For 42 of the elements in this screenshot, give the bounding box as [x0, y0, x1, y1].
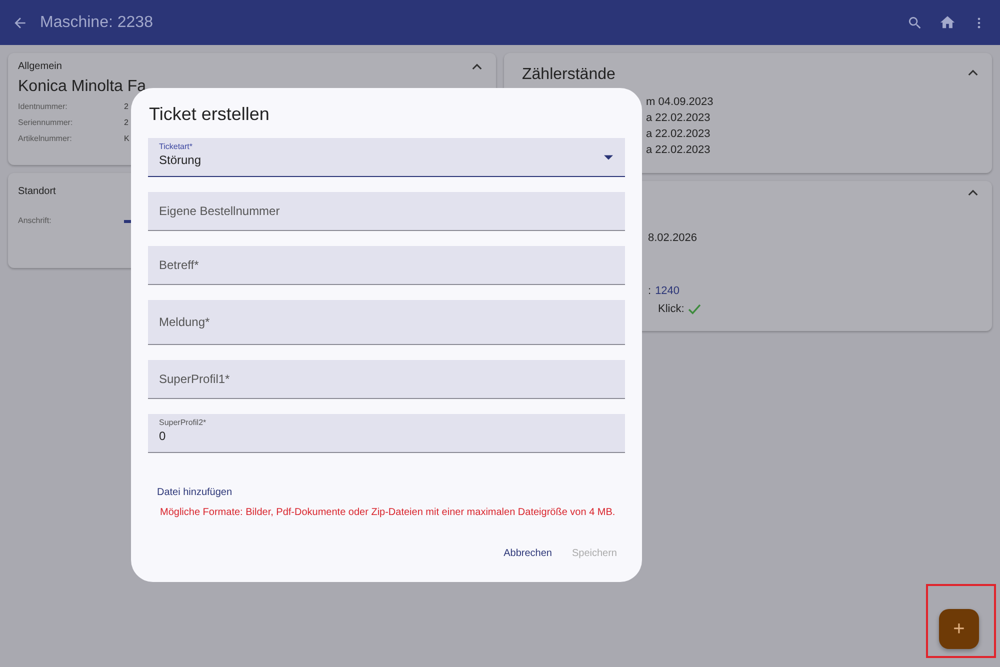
card-heading: Allgemein — [18, 61, 62, 72]
input-field[interactable]: Eigene Bestellnummer — [148, 192, 625, 231]
card-heading: Standort — [18, 186, 56, 197]
input-field[interactable]: Betreff* — [148, 246, 625, 285]
field-label: SuperProfil2* — [159, 418, 206, 427]
counter-reading: m 04.09.2023 — [646, 95, 714, 110]
card-heading: Zählerstände — [522, 66, 616, 84]
field-label: Artikelnummer: — [18, 133, 73, 145]
machine-title: Konica Minolta Fa — [18, 78, 148, 96]
field-label: Identnummer: — [18, 101, 68, 113]
input-field[interactable]: Meldung* — [148, 300, 625, 345]
dialog-title: Ticket erstellen — [149, 104, 270, 125]
input-field[interactable]: SuperProfil2* 0 — [148, 414, 625, 453]
field-label: : — [648, 284, 652, 299]
counter-reading: a 22.02.2023 — [646, 127, 712, 142]
count-link[interactable]: 1240 — [655, 283, 680, 299]
format-note: Mögliche Formate: Bilder, Pdf-Dokumente oder Zip-Dateien mit einer maximalen Dateigröße von 4 MB. — [160, 507, 616, 518]
counter-reading: a 22.02.2023 — [646, 111, 712, 126]
date-text: 8.02.2026 — [648, 231, 698, 246]
chevron-icon[interactable] — [472, 63, 482, 70]
field-value: 2 — [124, 117, 128, 129]
address-mark — [124, 220, 131, 222]
field-value: Störung — [159, 153, 202, 167]
field-label: Seriennummer: — [18, 117, 74, 129]
input-field[interactable]: SuperProfil1* — [148, 360, 625, 399]
home-icon[interactable] — [939, 14, 956, 31]
field-label: Ticketart* — [159, 142, 192, 151]
field-value: K — [124, 133, 130, 145]
ticket-type-select[interactable]: Ticketart* Störung — [148, 138, 625, 177]
search-icon[interactable] — [907, 14, 923, 30]
counter-reading: a 22.02.2023 — [646, 143, 712, 158]
add-file-link[interactable]: Datei hinzufügen — [157, 487, 625, 498]
field-value: 0 — [159, 429, 166, 443]
add-button[interactable]: + — [939, 609, 979, 649]
dropdown-caret-icon[interactable] — [604, 155, 613, 160]
dialog-button[interactable]: Abbrechen — [496, 544, 560, 563]
chevron-icon[interactable] — [968, 189, 978, 196]
chevron-icon[interactable] — [968, 69, 978, 76]
page-title: Maschine: 2238 — [40, 14, 153, 32]
field-label: Anschrift: — [18, 215, 52, 227]
field-value: 2 — [124, 101, 128, 113]
field-label: Klick: — [658, 302, 684, 317]
